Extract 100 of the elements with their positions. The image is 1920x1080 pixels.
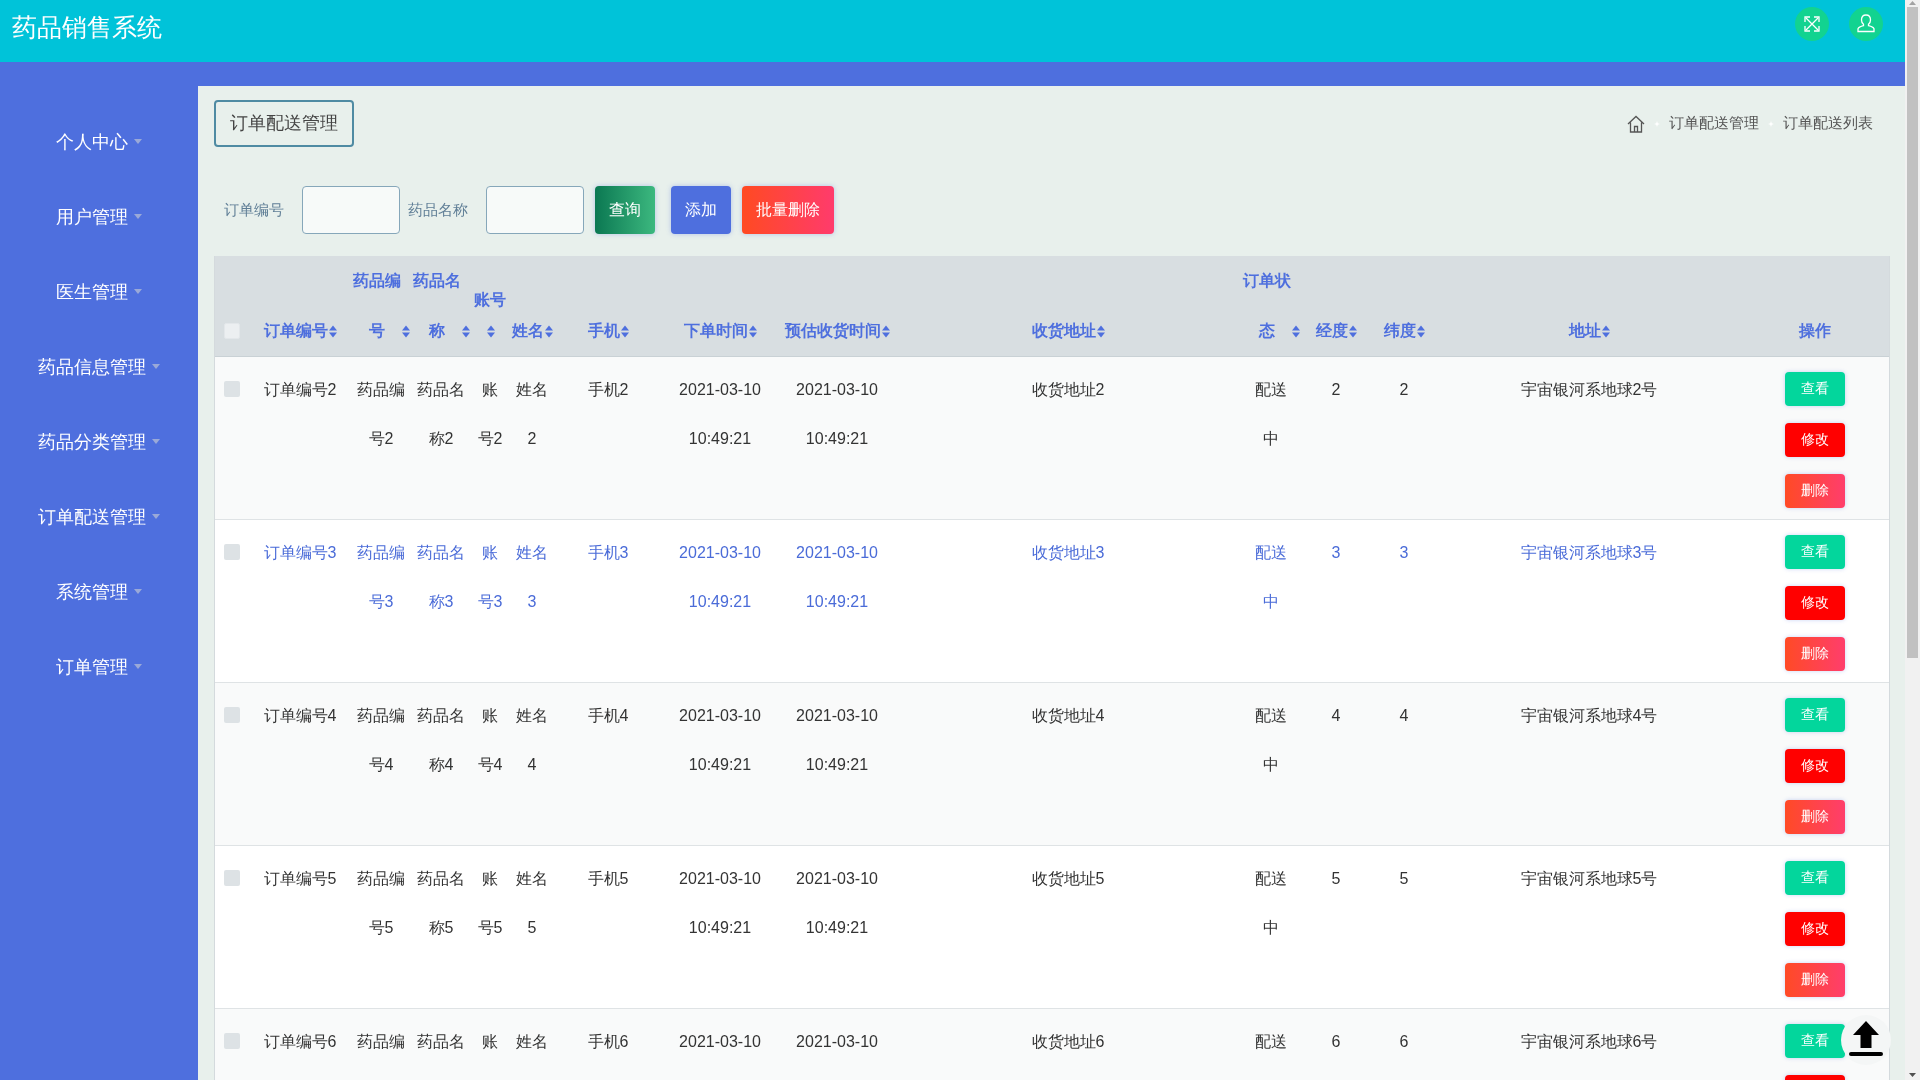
- column-header[interactable]: 预估收货时间: [784, 306, 881, 356]
- table-cell-text: 手机3: [587, 543, 629, 563]
- input-field[interactable]: [302, 186, 400, 234]
- input-field[interactable]: [486, 186, 584, 234]
- column-header[interactable]: 姓名: [511, 306, 544, 356]
- delete-button[interactable]: 删除: [1785, 800, 1845, 834]
- sidebar-item[interactable]: 系统管理: [0, 554, 198, 629]
- checkbox[interactable]: [224, 870, 240, 886]
- checkbox[interactable]: [224, 707, 240, 723]
- column-header[interactable]: 账号: [474, 274, 506, 325]
- column-header[interactable]: 药品名称: [412, 256, 461, 356]
- sort-icon[interactable]: [1416, 324, 1425, 338]
- delete-button[interactable]: 删除: [1785, 637, 1845, 671]
- sidebar-item[interactable]: 药品信息管理: [0, 329, 198, 404]
- sidebar-item[interactable]: 订单配送管理: [0, 479, 198, 554]
- table-cell-text: 订单编号6: [263, 1032, 337, 1052]
- table-cell-text: 姓名5: [515, 869, 549, 938]
- breadcrumb-link[interactable]: 订单配送管理: [1669, 114, 1759, 133]
- caret-icon: [152, 364, 160, 369]
- table-cell-text: 2021-03-10 10:49:21: [678, 380, 762, 449]
- table-cell-text: 5: [1331, 869, 1341, 889]
- user-icon[interactable]: [1849, 7, 1883, 41]
- view-button[interactable]: 查看: [1785, 535, 1845, 569]
- view-button[interactable]: 查看: [1785, 1024, 1845, 1058]
- app-title: 药品销售系统: [12, 12, 162, 42]
- add-button[interactable]: 添加: [671, 186, 731, 234]
- table-cell-text: 药品名称4: [416, 706, 466, 775]
- column-header[interactable]: 下单时间: [683, 306, 748, 356]
- column-header[interactable]: 订单状态: [1242, 256, 1291, 356]
- checkbox[interactable]: [224, 544, 240, 560]
- sidebar-item[interactable]: 用户管理: [0, 179, 198, 254]
- table-cell-text: 账号5: [477, 869, 503, 938]
- sort-icon[interactable]: [1348, 324, 1357, 338]
- sort-icon[interactable]: [620, 324, 629, 338]
- delete-button[interactable]: 删除: [1785, 474, 1845, 508]
- view-button[interactable]: 查看: [1785, 698, 1845, 732]
- expand-icon[interactable]: [1795, 7, 1829, 41]
- column-header[interactable]: 经度: [1315, 306, 1348, 356]
- table-cell-text: 3: [1331, 543, 1341, 563]
- scroll-down-icon[interactable]: [1909, 1073, 1916, 1077]
- view-button[interactable]: 查看: [1785, 861, 1845, 895]
- table-cell-text: 收货地址3: [1031, 543, 1105, 563]
- checkbox[interactable]: [224, 381, 240, 397]
- table-cell-text: 药品名称5: [416, 869, 466, 938]
- table-cell-text: 配送中: [1254, 380, 1288, 449]
- scrollbar-thumb[interactable]: [1907, 7, 1918, 658]
- table-cell-text: 2021-03-10: [679, 1032, 761, 1052]
- edit-button[interactable]: 修改: [1785, 749, 1845, 783]
- sidebar-item[interactable]: 个人中心: [0, 104, 198, 179]
- sidebar-item[interactable]: 订单管理: [0, 629, 198, 704]
- caret-icon: [134, 589, 142, 594]
- table-cell-text: 2021-03-10 10:49:21: [795, 543, 879, 612]
- sort-icon[interactable]: [461, 324, 470, 338]
- table-cell-text: 药品名称2: [416, 380, 466, 449]
- column-header[interactable]: 收货地址: [1031, 306, 1096, 356]
- table-cell-text: 药品名: [417, 1032, 465, 1052]
- table-cell-text: 订单编号5: [263, 869, 337, 889]
- table-cell-text: 宇宙银河系地球4号: [1520, 706, 1658, 726]
- field-label: 药品名称: [408, 200, 468, 220]
- table-cell-text: 2021-03-10 10:49:21: [678, 869, 762, 938]
- column-header: 操作: [1799, 321, 1831, 341]
- table-cell-text: 姓名: [516, 1032, 548, 1052]
- sort-icon[interactable]: [486, 324, 495, 338]
- sidebar-item[interactable]: 医生管理: [0, 254, 198, 329]
- sort-icon[interactable]: [881, 324, 890, 338]
- table-cell-text: 收货地址6: [1031, 1032, 1105, 1052]
- scroll-up-icon[interactable]: [1909, 1, 1916, 5]
- table-cell-text: 配送: [1255, 1032, 1287, 1052]
- home-icon[interactable]: [1627, 114, 1645, 133]
- sort-icon[interactable]: [328, 324, 337, 338]
- table-cell-text: 6: [1399, 1032, 1409, 1052]
- table-cell-text: 药品编号5: [356, 869, 406, 938]
- column-header[interactable]: 地址: [1568, 306, 1601, 356]
- table-cell-text: 药品编号3: [356, 543, 406, 612]
- batch-delete-button[interactable]: 批量删除: [742, 186, 834, 234]
- table-cell-text: 药品编号4: [356, 706, 406, 775]
- sort-icon[interactable]: [1096, 324, 1105, 338]
- edit-button[interactable]: 修改: [1785, 586, 1845, 620]
- search-button[interactable]: 查询: [595, 186, 655, 234]
- sort-icon[interactable]: [401, 324, 410, 338]
- table-cell-text: 订单编号4: [263, 706, 337, 726]
- table-cell-text: 配送中: [1254, 543, 1288, 612]
- checkbox[interactable]: [224, 1033, 240, 1049]
- view-button[interactable]: 查看: [1785, 372, 1845, 406]
- delete-button[interactable]: 删除: [1785, 963, 1845, 997]
- column-header[interactable]: 纬度: [1383, 306, 1416, 356]
- sort-icon[interactable]: [1601, 324, 1610, 338]
- sort-icon[interactable]: [1291, 324, 1300, 338]
- edit-button[interactable]: 修改: [1785, 912, 1845, 946]
- sort-icon[interactable]: [748, 324, 757, 338]
- column-header[interactable]: 订单编号: [263, 306, 328, 356]
- breadcrumb-current: 订单配送列表: [1783, 114, 1873, 133]
- edit-button[interactable]: 修改: [1785, 423, 1845, 457]
- column-header[interactable]: 药品编号: [352, 256, 401, 356]
- table-cell-text: 6: [1331, 1032, 1341, 1052]
- column-header[interactable]: 手机: [587, 306, 620, 356]
- sort-icon[interactable]: [544, 324, 553, 338]
- sidebar-item[interactable]: 药品分类管理: [0, 404, 198, 479]
- section-title: 订单配送管理: [214, 100, 354, 147]
- table-cell-text: 2021-03-10 10:49:21: [795, 706, 879, 775]
